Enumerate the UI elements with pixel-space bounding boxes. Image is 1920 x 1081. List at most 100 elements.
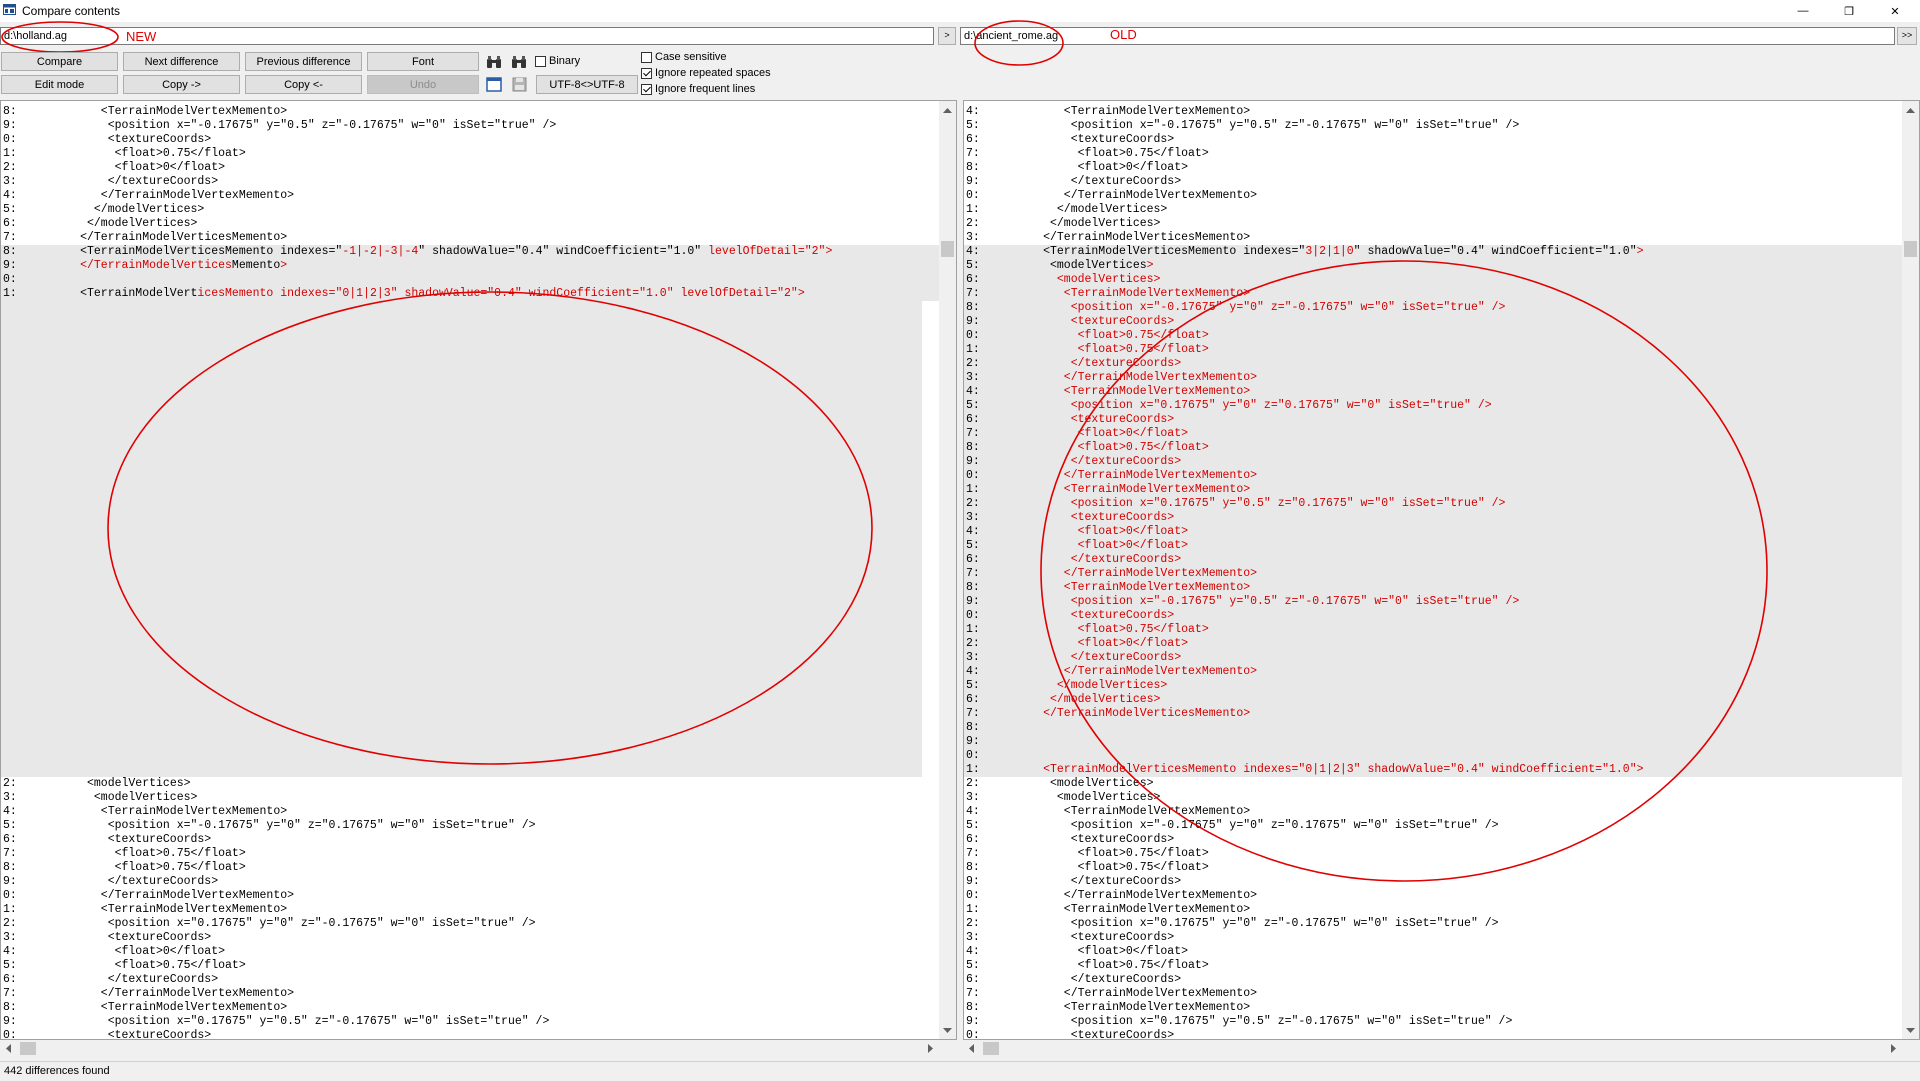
right-bottom_lines-line[interactable]: 0: <textureCoords>	[964, 1029, 1902, 1039]
left-diff_lines-line[interactable]: 9: </TerrainModelVerticesMemento>	[1, 259, 939, 273]
left-bottom_lines-line[interactable]: 2: <position x="0.17675" y="0" z="-0.1767…	[1, 917, 939, 931]
copy-right-button[interactable]: Copy ->	[123, 75, 240, 94]
scroll-right-icon[interactable]	[928, 1044, 934, 1053]
left-diff_lines-line[interactable]: 8: <TerrainModelVerticesMemento indexes="…	[1, 245, 939, 259]
code-segment: <TerrainModelVertexMemento>	[1063, 1001, 1251, 1014]
ignore-frequent-lines-checkbox-box[interactable]	[641, 83, 652, 95]
right-top_lines-line[interactable]: 6: <textureCoords>	[964, 133, 1902, 147]
undo-button[interactable]: Undo	[367, 75, 479, 94]
left-bottom_lines-line[interactable]: 8: <TerrainModelVertexMemento>	[1, 1001, 939, 1015]
right-text-pane[interactable]: 4: <TerrainModelVertexMemento> 5: <position…	[963, 100, 1920, 1040]
compare-button[interactable]: Compare	[1, 52, 118, 71]
line-number: 1:	[966, 763, 980, 776]
right-bottom_lines-line[interactable]: 7: </TerrainModelVertexMemento>	[964, 987, 1902, 1001]
left-bottom_lines-line[interactable]: 4: <float>0</float>	[1, 945, 939, 959]
left-top_lines-line[interactable]: 8: <TerrainModelVertexMemento>	[1, 105, 939, 119]
ignore-frequent-lines-checkbox[interactable]: Ignore frequent lines	[641, 83, 755, 95]
scroll-left-icon[interactable]	[5, 1044, 11, 1053]
left-bottom_lines-line[interactable]: 9: <position x="0.17675" y="0.5" z="-0.17…	[1, 1015, 939, 1029]
right-top_lines-line[interactable]: 8: <float>0</float>	[964, 161, 1902, 175]
line-number: 0:	[966, 609, 980, 622]
right-vertical-scrollbar[interactable]	[1902, 101, 1919, 1039]
left-bottom_lines-line[interactable]: 4: <TerrainModelVertexMemento>	[1, 805, 939, 819]
left-top_lines-line[interactable]: 4: </TerrainModelVertexMemento>	[1, 189, 939, 203]
ignore-repeated-spaces-checkbox[interactable]: Ignore repeated spaces	[641, 67, 771, 79]
left-top_lines-line[interactable]: 5: </modelVertices>	[1, 203, 939, 217]
line-number: 6:	[966, 693, 980, 706]
line-number: 1:	[966, 903, 980, 916]
code-segment: <textureCoords>	[107, 931, 212, 944]
right-scroll-thumb[interactable]	[1904, 241, 1917, 257]
left-bottom_lines-line[interactable]: 5: <float>0.75</float>	[1, 959, 939, 973]
left-top_lines-line[interactable]: 3: </textureCoords>	[1, 175, 939, 189]
right-top_lines-line[interactable]: 7: <float>0.75</float>	[964, 147, 1902, 161]
ignore-repeated-spaces-checkbox-box[interactable]	[641, 67, 652, 79]
minimize-button[interactable]: —	[1780, 0, 1826, 22]
line-number: 0:	[3, 133, 17, 146]
maximize-button[interactable]: ❐	[1826, 0, 1872, 22]
left-top_lines-line[interactable]: 0: <textureCoords>	[1, 133, 939, 147]
close-button[interactable]: ✕	[1872, 0, 1918, 22]
right-top_lines-line[interactable]: 5: <position x="-0.17675" y="0.5" z="-0.1…	[964, 119, 1902, 133]
right-top_lines-line[interactable]: 4: <TerrainModelVertexMemento>	[964, 105, 1902, 119]
left-bottom_lines-line[interactable]: 0: <textureCoords>	[1, 1029, 939, 1039]
left-horizontal-scrollbar[interactable]	[0, 1040, 940, 1057]
left-bottom_lines-line[interactable]: 8: <float>0.75</float>	[1, 861, 939, 875]
font-button[interactable]: Font	[367, 52, 479, 71]
find-next-button[interactable]	[508, 52, 530, 71]
line-number: 5:	[3, 819, 17, 832]
code-text: <float>0.75</float>	[115, 847, 246, 861]
line-number: 0:	[966, 189, 980, 202]
find-button[interactable]	[483, 52, 505, 71]
right-browse-button[interactable]: >>	[1897, 27, 1917, 45]
left-bottom_lines-line[interactable]: 6: </textureCoords>	[1, 973, 939, 987]
save-button[interactable]	[508, 75, 530, 94]
right-file-path-input[interactable]: d:\ancient_rome.ag	[960, 27, 1895, 45]
left-top_lines-line[interactable]: 6: </modelVertices>	[1, 217, 939, 231]
encoding-button[interactable]: UTF-8<>UTF-8	[536, 75, 638, 94]
case-sensitive-checkbox[interactable]: Case sensitive	[641, 51, 727, 63]
left-bottom_lines-line[interactable]: 1: <TerrainModelVertexMemento>	[1, 903, 939, 917]
code-text: <textureCoords>	[1071, 133, 1175, 147]
left-bottom_lines-line[interactable]: 9: </textureCoords>	[1, 875, 939, 889]
left-top_lines-line[interactable]: 2: <float>0</float>	[1, 161, 939, 175]
binary-checkbox[interactable]: Binary	[535, 55, 580, 67]
previous-difference-button[interactable]: Previous difference	[245, 52, 362, 71]
binary-checkbox-box[interactable]	[535, 55, 546, 67]
left-bottom_lines-line[interactable]: 7: <float>0.75</float>	[1, 847, 939, 861]
left-bottom_lines-line[interactable]: 0: </TerrainModelVertexMemento>	[1, 889, 939, 903]
left-bottom_lines-line[interactable]: 5: <position x="-0.17675" y="0" z="0.1767…	[1, 819, 939, 833]
left-bottom_lines-line[interactable]: 7: </TerrainModelVertexMemento>	[1, 987, 939, 1001]
view-toggle-button[interactable]	[483, 75, 505, 94]
edit-mode-button[interactable]: Edit mode	[1, 75, 118, 94]
left-top_lines-line[interactable]: 7: </TerrainModelVerticesMemento>	[1, 231, 939, 245]
right-bottom_lines-line[interactable]: 6: </textureCoords>	[964, 973, 1902, 987]
code-segment: </TerrainModelVertexMemento>	[100, 987, 295, 1000]
right-bottom_lines-line[interactable]: 5: <float>0.75</float>	[964, 959, 1902, 973]
scroll-down-icon[interactable]	[1902, 1022, 1919, 1039]
left-top_lines-line[interactable]: 9: <position x="-0.17675" y="0.5" z="-0.1…	[1, 119, 939, 133]
left-bottom_lines-line[interactable]: 6: <textureCoords>	[1, 833, 939, 847]
scroll-up-icon[interactable]	[1902, 101, 1919, 118]
next-difference-button[interactable]: Next difference	[123, 52, 240, 71]
right-bottom_lines-line[interactable]: 8: <TerrainModelVertexMemento>	[964, 1001, 1902, 1015]
scroll-left-icon[interactable]	[968, 1044, 974, 1053]
left-scroll-thumb[interactable]	[941, 241, 954, 257]
right-horizontal-scrollbar[interactable]	[963, 1040, 1903, 1057]
left-text-pane[interactable]: 8: <TerrainModelVertexMemento> 9: <position…	[0, 100, 957, 1040]
right-hscroll-thumb[interactable]	[983, 1042, 999, 1055]
scroll-up-icon[interactable]	[939, 101, 956, 118]
scroll-right-icon[interactable]	[1891, 1044, 1897, 1053]
code-segment: </TerrainModelVertexMemento>	[100, 889, 295, 902]
left-hscroll-thumb[interactable]	[20, 1042, 36, 1055]
case-sensitive-checkbox-box[interactable]	[641, 51, 652, 63]
right-top_lines-line[interactable]: 9: </textureCoords>	[964, 175, 1902, 189]
code-text: </textureCoords>	[108, 973, 218, 987]
left-top_lines-line[interactable]: 1: <float>0.75</float>	[1, 147, 939, 161]
left-bottom_lines-line[interactable]: 3: <modelVertices>	[1, 791, 939, 805]
right-bottom_lines-line[interactable]: 9: <position x="0.17675" y="0.5" z="-0.17…	[964, 1015, 1902, 1029]
left-vertical-scrollbar[interactable]	[939, 101, 956, 1039]
left-bottom_lines-line[interactable]: 3: <textureCoords>	[1, 931, 939, 945]
copy-left-button[interactable]: Copy <-	[245, 75, 362, 94]
scroll-down-icon[interactable]	[939, 1022, 956, 1039]
